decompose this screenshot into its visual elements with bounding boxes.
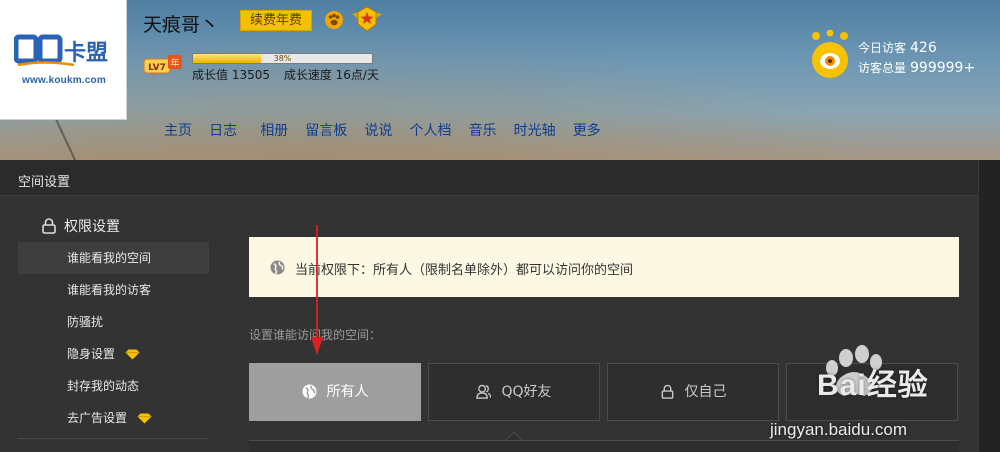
profile-banner: 卡盟 www.koukm.com 天痕哥丶 续费年费 LV7 年 38% 成长值… <box>0 0 1000 160</box>
total-visitors-value: 999999+ <box>910 60 976 76</box>
visitor-eye-icon <box>812 30 848 78</box>
globe-icon <box>270 260 285 275</box>
renew-button[interactable]: 续费年费 <box>240 10 312 31</box>
nav-music[interactable]: 音乐 <box>469 120 497 140</box>
page-scrollbar[interactable] <box>978 160 1000 452</box>
nav-blog[interactable]: 日志 <box>209 120 237 140</box>
diamond-vip-icon <box>125 349 140 360</box>
growth-progress-bar: 38% <box>192 53 373 64</box>
watermark-brand-latin: Bai <box>817 369 867 402</box>
option-everyone[interactable]: 所有人 <box>249 363 421 421</box>
sidebar-item-label: 防骚扰 <box>67 315 104 329</box>
settings-sidebar: 权限设置 谁能看我的空间 谁能看我的访客 防骚扰 隐身设置 封存我的动态 去广告… <box>18 208 209 452</box>
total-visitors[interactable]: 访客总量 999999+ <box>858 58 975 78</box>
nav-message-board[interactable]: 留言板 <box>305 120 347 140</box>
permission-section-label: 权限设置 <box>64 219 120 235</box>
baidu-jingyan-watermark: Bai经验 jingyan.baidu.com <box>760 340 980 452</box>
nav-home[interactable]: 主页 <box>164 120 192 140</box>
notice-text: 当前权限下：所有人（限制名单除外）都可以访问你的空间 <box>295 263 634 278</box>
logo-url: www.koukm.com <box>22 75 106 86</box>
logo-mark-icon: 卡盟 <box>14 34 108 67</box>
sidebar-item-invisible-settings[interactable]: 隐身设置 <box>18 338 209 370</box>
option-label: 所有人 <box>326 384 369 400</box>
sidebar-item-label: 去广告设置 <box>67 411 128 425</box>
sidebar-item-label: 隐身设置 <box>67 347 116 361</box>
option-label: 仅自己 <box>684 384 727 400</box>
visitor-stats: 今日访客 426 访客总量 999999+ <box>858 38 975 78</box>
sidebar-item-who-can-view-visitors[interactable]: 谁能看我的访客 <box>18 274 209 306</box>
watermark-brand: Bai经验 <box>817 360 929 404</box>
sidebar-divider <box>18 438 209 439</box>
sidebar-item-who-can-view-space[interactable]: 谁能看我的空间 <box>18 242 209 274</box>
permission-section-heading[interactable]: 权限设置 <box>42 216 120 236</box>
site-logo[interactable]: 卡盟 www.koukm.com <box>0 0 127 120</box>
lock-icon <box>661 384 673 399</box>
user-name[interactable]: 天痕哥丶 <box>143 10 219 37</box>
growth-stats: 成长值 13505 成长速度 16点/天 <box>192 66 389 83</box>
medal-badge-icon[interactable] <box>350 4 384 34</box>
profile-nav: 主页 日志 相册 留言板 说说 个人档 音乐 时光轴 更多 <box>164 120 613 140</box>
today-visitors-label: 今日访客 <box>858 41 907 55</box>
growth-value: 成长值 13505 <box>192 68 270 82</box>
lock-icon <box>42 218 56 234</box>
paw-badge-icon[interactable] <box>324 10 344 30</box>
friends-icon <box>476 384 492 399</box>
panel-title: 空间设置 <box>18 175 71 190</box>
svg-text:卡盟: 卡盟 <box>64 41 108 66</box>
nav-album[interactable]: 相册 <box>260 120 288 140</box>
globe-icon <box>301 384 317 399</box>
level-badge-icon: LV7 年 <box>143 54 182 76</box>
nav-timeline[interactable]: 时光轴 <box>514 120 556 140</box>
nav-shuoshuo[interactable]: 说说 <box>364 120 392 140</box>
today-visitors-value: 426 <box>910 40 937 56</box>
sidebar-item-remove-ads[interactable]: 去广告设置 <box>18 402 209 434</box>
permission-notice: 当前权限下：所有人（限制名单除外）都可以访问你的空间 <box>249 237 959 297</box>
watermark-url: jingyan.baidu.com <box>770 420 908 439</box>
nav-profile[interactable]: 个人档 <box>409 120 451 140</box>
sidebar-item-label: 封存我的动态 <box>67 379 140 393</box>
growth-speed: 成长速度 16点/天 <box>283 68 379 82</box>
red-annotation-arrow-icon <box>311 225 323 355</box>
nav-more[interactable]: 更多 <box>573 120 601 140</box>
sidebar-item-label: 谁能看我的访客 <box>67 283 152 297</box>
option-only-me[interactable]: 仅自己 <box>607 363 779 421</box>
sidebar-item-anti-harassment[interactable]: 防骚扰 <box>18 306 209 338</box>
level-year-text: 年 <box>170 57 179 69</box>
option-qq-friends[interactable]: QQ好友 <box>428 363 600 421</box>
diamond-vip-icon <box>137 413 152 424</box>
option-label: QQ好友 <box>501 384 552 400</box>
sidebar-item-archive-feeds[interactable]: 封存我的动态 <box>18 370 209 402</box>
watermark-brand-suffix: 经验 <box>866 369 929 402</box>
sidebar-item-label: 谁能看我的空间 <box>67 251 152 265</box>
today-visitors[interactable]: 今日访客 426 <box>858 38 975 58</box>
total-visitors-label: 访客总量 <box>858 61 907 75</box>
panel-header: 空间设置 <box>0 160 978 196</box>
growth-progress-label: 38% <box>273 54 292 63</box>
level-badge-text: LV7 <box>148 63 166 73</box>
